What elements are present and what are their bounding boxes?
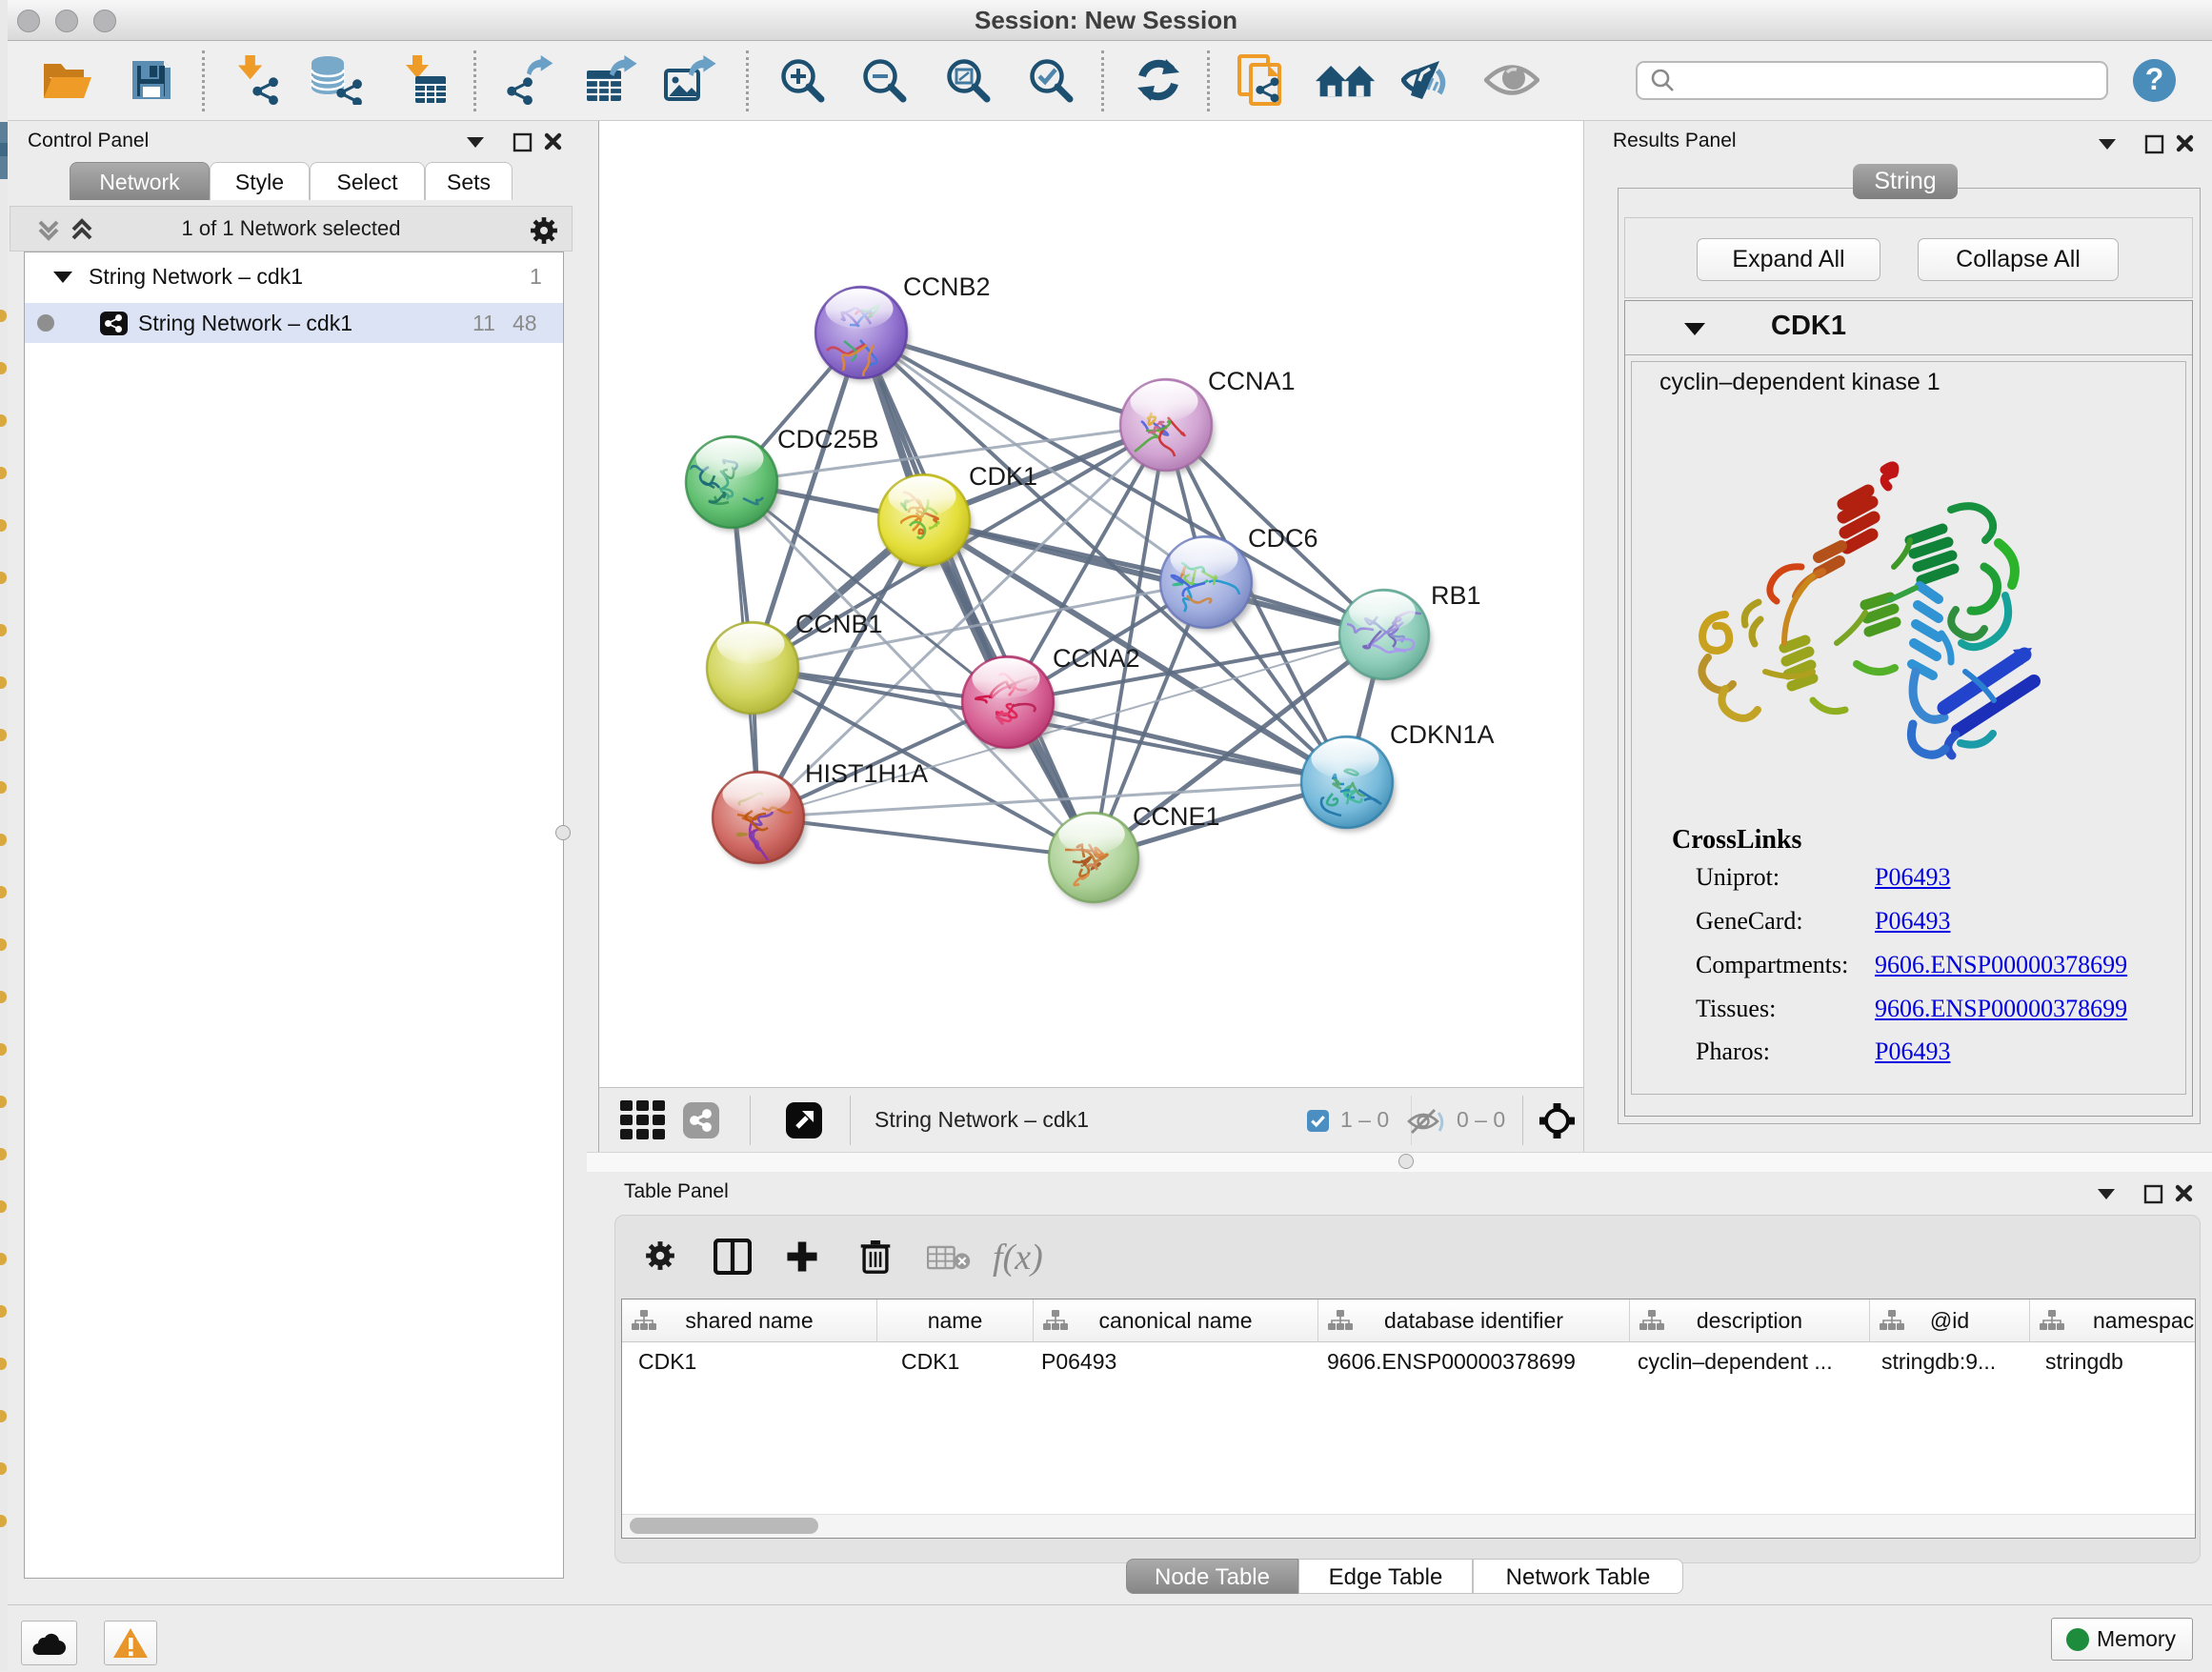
svg-text:CCNB1: CCNB1	[795, 610, 883, 638]
svg-text:CCNB2: CCNB2	[903, 272, 991, 301]
svg-text:CDK1: CDK1	[969, 462, 1037, 491]
svg-text:CCNA2: CCNA2	[1053, 644, 1140, 673]
svg-text:CCNE1: CCNE1	[1133, 802, 1220, 831]
svg-text:RB1: RB1	[1431, 581, 1481, 610]
svg-text:CCNA1: CCNA1	[1208, 367, 1296, 395]
svg-text:CDC6: CDC6	[1248, 524, 1318, 553]
svg-text:CDKN1A: CDKN1A	[1390, 720, 1495, 749]
svg-text:HIST1H1A: HIST1H1A	[805, 759, 928, 788]
svg-text:CDC25B: CDC25B	[777, 425, 879, 453]
svg-text:?: ?	[2145, 62, 2164, 96]
